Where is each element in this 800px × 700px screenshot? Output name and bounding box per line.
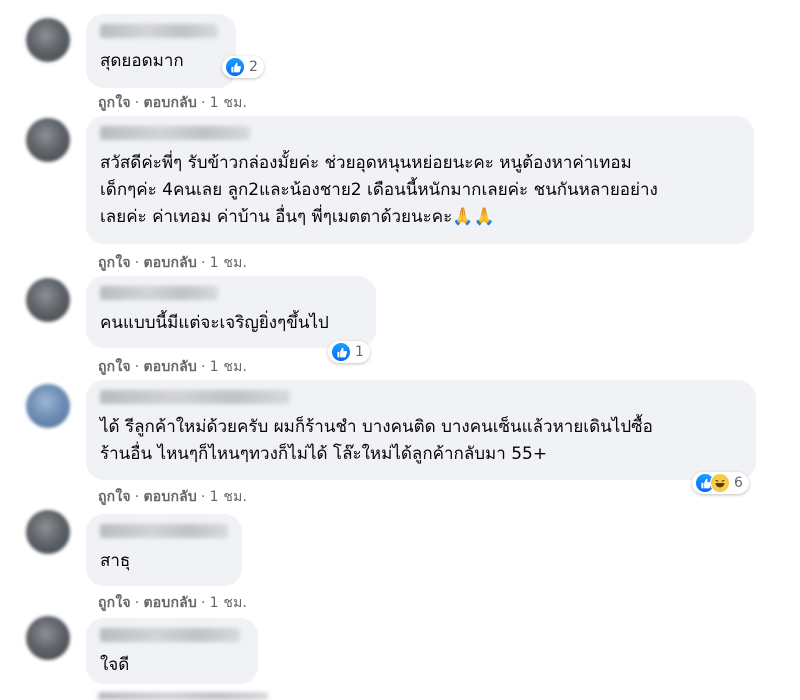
like-link[interactable]: ถูกใจ	[98, 359, 131, 375]
comment-actions: ถูกใจ · ตอบกลับ · 1 ชม.	[98, 95, 248, 111]
comment-actions-blurred	[98, 692, 268, 700]
reply-link[interactable]: ตอบกลับ	[143, 489, 197, 505]
avatar[interactable]	[26, 278, 70, 322]
reaction-summary[interactable]: 6	[692, 472, 749, 494]
thumbs-up-icon	[331, 342, 351, 362]
comment-text: คนแบบนี้มีแต่จะเจริญยิ่งๆขึ้นไป	[100, 313, 329, 333]
reaction-count: 6	[734, 475, 743, 491]
avatar[interactable]	[26, 384, 70, 428]
like-link[interactable]: ถูกใจ	[98, 489, 131, 505]
avatar[interactable]	[26, 118, 70, 162]
reaction-count: 2	[249, 59, 258, 75]
comment-actions: ถูกใจ · ตอบกลับ · 1 ชม.	[98, 595, 248, 611]
avatar[interactable]	[26, 510, 70, 554]
avatar[interactable]	[26, 18, 70, 62]
laughing-face-icon	[710, 473, 730, 493]
timestamp[interactable]: 1 ชม.	[210, 95, 248, 111]
comment-text: สาธุ	[100, 551, 131, 571]
comment-text: ใจดี	[100, 655, 130, 675]
comment-actions: ถูกใจ · ตอบกลับ · 1 ชม.	[98, 255, 248, 271]
comment-text: ได้ รีลูกค้าใหม่ด้วยครับ ผมก็ร้านชำ บางค…	[100, 417, 653, 464]
timestamp[interactable]: 1 ชม.	[210, 255, 248, 271]
reaction-summary[interactable]: 2	[222, 56, 264, 78]
comment-actions: ถูกใจ · ตอบกลับ · 1 ชม.	[98, 489, 248, 505]
reply-link[interactable]: ตอบกลับ	[143, 359, 197, 375]
author-name-blurred[interactable]	[100, 628, 240, 642]
thumbs-up-icon	[225, 57, 245, 77]
comment-bubble: สวัสดีค่ะพี่ๆ รับข้าวกล่องมั้ยค่ะ ช่วยอุ…	[86, 116, 754, 244]
comment-text: สวัสดีค่ะพี่ๆ รับข้าวกล่องมั้ยค่ะ ช่วยอุ…	[100, 153, 658, 227]
comment-bubble: สุดยอดมาก	[86, 14, 236, 88]
like-link[interactable]: ถูกใจ	[98, 595, 131, 611]
comment-text: สุดยอดมาก	[100, 51, 184, 71]
comment-actions: ถูกใจ · ตอบกลับ · 1 ชม.	[98, 359, 248, 375]
timestamp[interactable]: 1 ชม.	[210, 595, 248, 611]
comment-bubble: คนแบบนี้มีแต่จะเจริญยิ่งๆขึ้นไป	[86, 276, 376, 348]
timestamp[interactable]: 1 ชม.	[210, 489, 248, 505]
reply-link[interactable]: ตอบกลับ	[143, 255, 197, 271]
like-link[interactable]: ถูกใจ	[98, 255, 131, 271]
reply-link[interactable]: ตอบกลับ	[143, 595, 197, 611]
comment-bubble: สาธุ	[86, 514, 242, 586]
reaction-summary[interactable]: 1	[328, 341, 370, 363]
avatar[interactable]	[26, 616, 70, 660]
author-name-blurred[interactable]	[100, 24, 218, 38]
comment-bubble: ใจดี	[86, 618, 258, 684]
author-name-blurred[interactable]	[100, 524, 228, 538]
author-name-blurred[interactable]	[100, 126, 250, 140]
author-name-blurred[interactable]	[100, 286, 218, 300]
reply-link[interactable]: ตอบกลับ	[143, 95, 197, 111]
reaction-count: 1	[355, 344, 364, 360]
like-link[interactable]: ถูกใจ	[98, 95, 131, 111]
author-name-blurred[interactable]	[100, 390, 290, 404]
comment-bubble: ได้ รีลูกค้าใหม่ด้วยครับ ผมก็ร้านชำ บางค…	[86, 380, 756, 480]
timestamp[interactable]: 1 ชม.	[210, 359, 248, 375]
